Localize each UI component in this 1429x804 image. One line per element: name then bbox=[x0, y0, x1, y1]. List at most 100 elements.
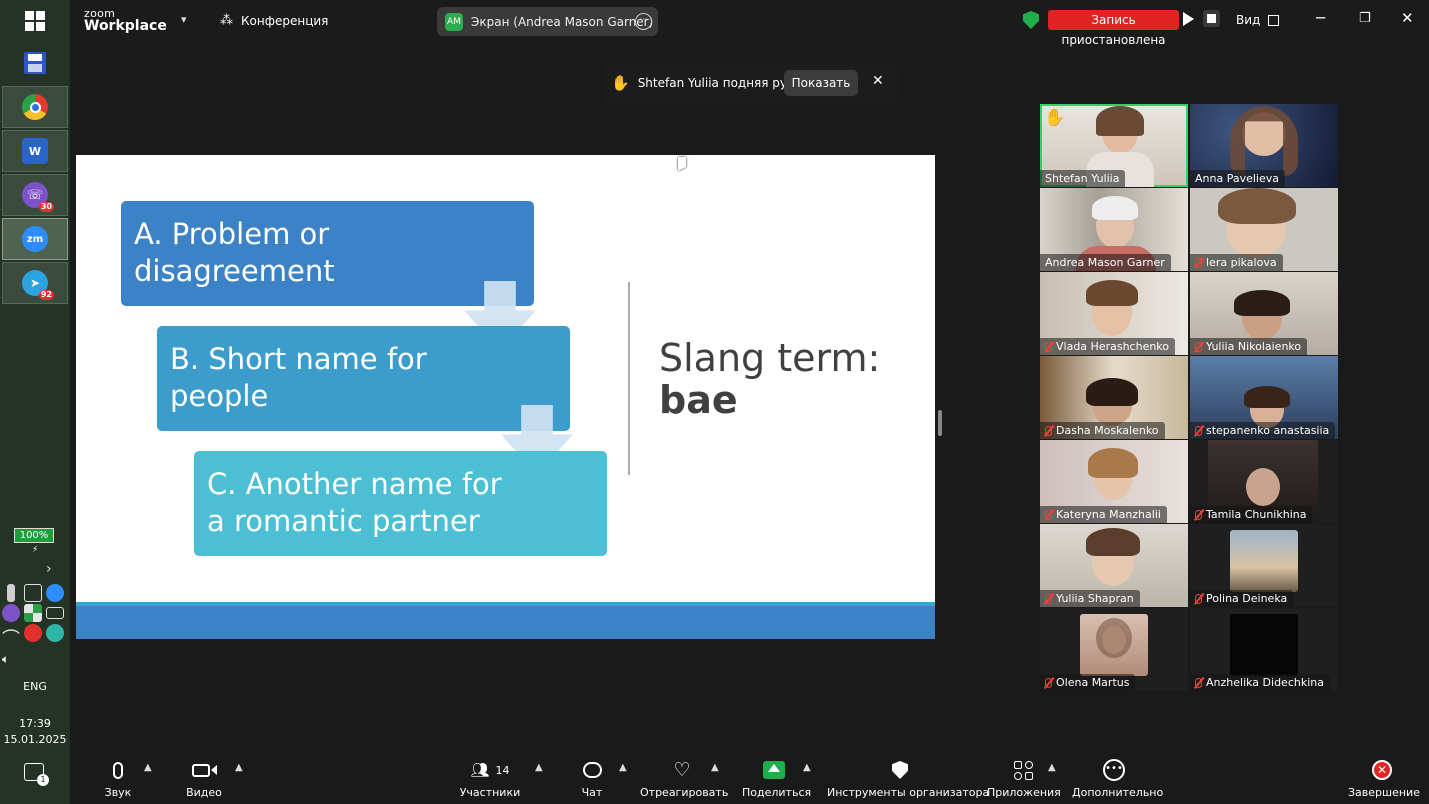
telegram-tray-icon[interactable] bbox=[24, 624, 42, 642]
view-layout-icon bbox=[1268, 14, 1280, 26]
participant-tile[interactable]: Yuliia Shapran bbox=[1040, 524, 1188, 607]
participant-tile[interactable]: stepanenko anastasiia bbox=[1190, 356, 1338, 439]
dismiss-notification-icon[interactable]: ✕ bbox=[872, 73, 884, 89]
participant-name: Tamila Chunikhina bbox=[1190, 506, 1313, 523]
stop-recording-button[interactable] bbox=[1203, 10, 1220, 27]
taskbar-save-app[interactable] bbox=[2, 42, 68, 84]
screen-share-pill[interactable]: AM Экран (Andrea Mason Garner) ··· bbox=[437, 7, 658, 36]
mic-muted-icon bbox=[1195, 509, 1202, 520]
mic-muted-icon bbox=[1195, 593, 1202, 604]
mouse-cursor-icon bbox=[678, 157, 686, 171]
participant-tile[interactable]: Vlada Herashchenko bbox=[1040, 272, 1188, 355]
video-options-caret[interactable]: ▲ bbox=[235, 762, 243, 773]
apps-button[interactable]: Приложения bbox=[987, 750, 1061, 799]
participant-name: Yuliia Shapran bbox=[1040, 590, 1140, 607]
participants-options-caret[interactable]: ▲ bbox=[535, 762, 543, 773]
participants-count: 14 bbox=[495, 763, 510, 777]
zoom-tray-icon[interactable] bbox=[46, 584, 64, 602]
taskbar-chrome[interactable] bbox=[2, 86, 68, 128]
taskbar-clock[interactable]: 17:39 15.01.2025 bbox=[0, 716, 70, 748]
view-button[interactable]: Вид bbox=[1236, 13, 1280, 27]
react-options-caret[interactable]: ▲ bbox=[711, 762, 719, 773]
react-button[interactable]: ♡ Отреагировать bbox=[640, 750, 729, 799]
raised-hand-text: Shtefan Yuliia подняя руку bbox=[637, 76, 802, 90]
more-options-icon[interactable]: ··· bbox=[635, 13, 652, 30]
host-tools-label: Инструменты организатора bbox=[827, 786, 990, 799]
chat-options-caret[interactable]: ▲ bbox=[619, 762, 627, 773]
share-options-caret[interactable]: ▲ bbox=[803, 762, 811, 773]
volume-icon[interactable]: 🔈︎ bbox=[2, 652, 9, 667]
participant-name: Andrea Mason Garner bbox=[1040, 254, 1171, 271]
participant-name: Vlada Herashchenko bbox=[1040, 338, 1176, 355]
participant-tile[interactable]: Anzhelika Didechkina bbox=[1190, 608, 1338, 691]
zoom-app-icon: zm bbox=[22, 226, 48, 252]
react-label: Отреагировать bbox=[640, 786, 729, 799]
floppy-disk-icon bbox=[24, 52, 46, 74]
conference-menu[interactable]: ⁂ Конференция bbox=[220, 13, 328, 28]
chevron-down-icon[interactable]: ▾ bbox=[181, 13, 187, 26]
participants-icon: 👥︎ 14 bbox=[470, 761, 510, 779]
keyboard-tray-icon[interactable] bbox=[46, 607, 64, 619]
option-a-box: A. Problem or disagreement bbox=[121, 201, 534, 306]
clock-time: 17:39 bbox=[19, 717, 51, 730]
microphone-icon bbox=[96, 756, 140, 784]
video-button[interactable]: Видео bbox=[182, 750, 226, 799]
panel-resize-handle[interactable] bbox=[938, 410, 942, 436]
participant-tile[interactable]: Kateryna Manzhalii bbox=[1040, 440, 1188, 523]
chrome-icon bbox=[22, 94, 48, 120]
word-icon: W bbox=[22, 138, 48, 164]
security-shield-icon[interactable] bbox=[1023, 11, 1039, 29]
participants-button[interactable]: 👥︎ 14 Участники bbox=[458, 750, 522, 799]
charging-icon: ⚡ bbox=[32, 545, 39, 555]
participant-tile[interactable]: Yuliia Nikolaienko bbox=[1190, 272, 1338, 355]
raised-hand-notification: ✋ Shtefan Yuliia подняя руку Показать ✕ bbox=[602, 62, 898, 104]
chat-button[interactable]: Чат bbox=[576, 750, 608, 799]
mic-muted-icon bbox=[1045, 509, 1052, 520]
audio-button[interactable]: Звук bbox=[96, 750, 140, 799]
telegram-icon: ➤ 92 bbox=[22, 270, 54, 300]
zoom-title-bar: zoom Workplace ▾ ⁂ Конференция AM Экран … bbox=[70, 0, 1429, 47]
security-tray-icon[interactable] bbox=[24, 604, 42, 622]
participant-tile[interactable]: Olena Martus bbox=[1040, 608, 1188, 691]
participant-tile[interactable]: lera pikalova bbox=[1190, 188, 1338, 271]
apps-options-caret[interactable]: ▲ bbox=[1048, 762, 1056, 773]
screenshot-tool-icon[interactable] bbox=[24, 584, 42, 602]
telegram-badge: 92 bbox=[38, 290, 54, 300]
wifi-icon[interactable] bbox=[2, 624, 20, 642]
start-button[interactable] bbox=[2, 0, 68, 42]
option-b-line1: B. Short name for bbox=[170, 342, 427, 376]
taskbar-zoom[interactable]: zm bbox=[2, 218, 68, 260]
notification-center-icon[interactable]: 1 bbox=[24, 763, 49, 786]
viber-icon: ☏ 30 bbox=[22, 182, 54, 212]
participant-tile[interactable]: Andrea Mason Garner bbox=[1040, 188, 1188, 271]
taskbar-viber[interactable]: ☏ 30 bbox=[2, 174, 68, 216]
usb-icon[interactable] bbox=[7, 584, 15, 602]
participant-tile[interactable]: Anna Pavelieva bbox=[1190, 104, 1338, 187]
share-button[interactable]: Поделиться bbox=[742, 750, 812, 799]
mic-muted-icon bbox=[1195, 677, 1202, 688]
taskbar-telegram[interactable]: ➤ 92 bbox=[2, 262, 68, 304]
close-button[interactable]: ✕ bbox=[1401, 9, 1414, 27]
restore-button[interactable]: ❐ bbox=[1359, 11, 1371, 26]
more-dots-icon: ••• bbox=[1072, 756, 1156, 784]
host-tools-button[interactable]: Инструменты организатора bbox=[827, 750, 990, 799]
share-label: Поделиться bbox=[742, 786, 812, 799]
battery-indicator[interactable]: 100% bbox=[14, 528, 54, 543]
participant-tile[interactable]: Tamila Chunikhina bbox=[1190, 440, 1338, 523]
audio-options-caret[interactable]: ▲ bbox=[144, 762, 152, 773]
minimize-button[interactable]: ─ bbox=[1316, 9, 1325, 27]
cloud-tray-icon[interactable] bbox=[46, 624, 64, 642]
participant-tile[interactable]: Dasha Moskalenko bbox=[1040, 356, 1188, 439]
viber-tray-icon[interactable] bbox=[2, 604, 20, 622]
raised-hand-icon: ✋ bbox=[611, 74, 630, 92]
participant-tile[interactable]: Polina Deineka bbox=[1190, 524, 1338, 607]
end-meeting-button[interactable]: ✕ Завершение bbox=[1348, 750, 1420, 799]
resume-recording-button[interactable] bbox=[1183, 12, 1194, 26]
viber-badge: 30 bbox=[38, 202, 54, 212]
show-button[interactable]: Показать bbox=[784, 70, 858, 96]
participant-tile[interactable]: ✋ Shtefan Yuliia bbox=[1040, 104, 1188, 187]
input-language[interactable]: ENG bbox=[0, 680, 70, 693]
more-button[interactable]: ••• Дополнительно bbox=[1072, 750, 1163, 799]
show-hidden-icons-button[interactable]: › bbox=[46, 561, 52, 577]
taskbar-word[interactable]: W bbox=[2, 130, 68, 172]
